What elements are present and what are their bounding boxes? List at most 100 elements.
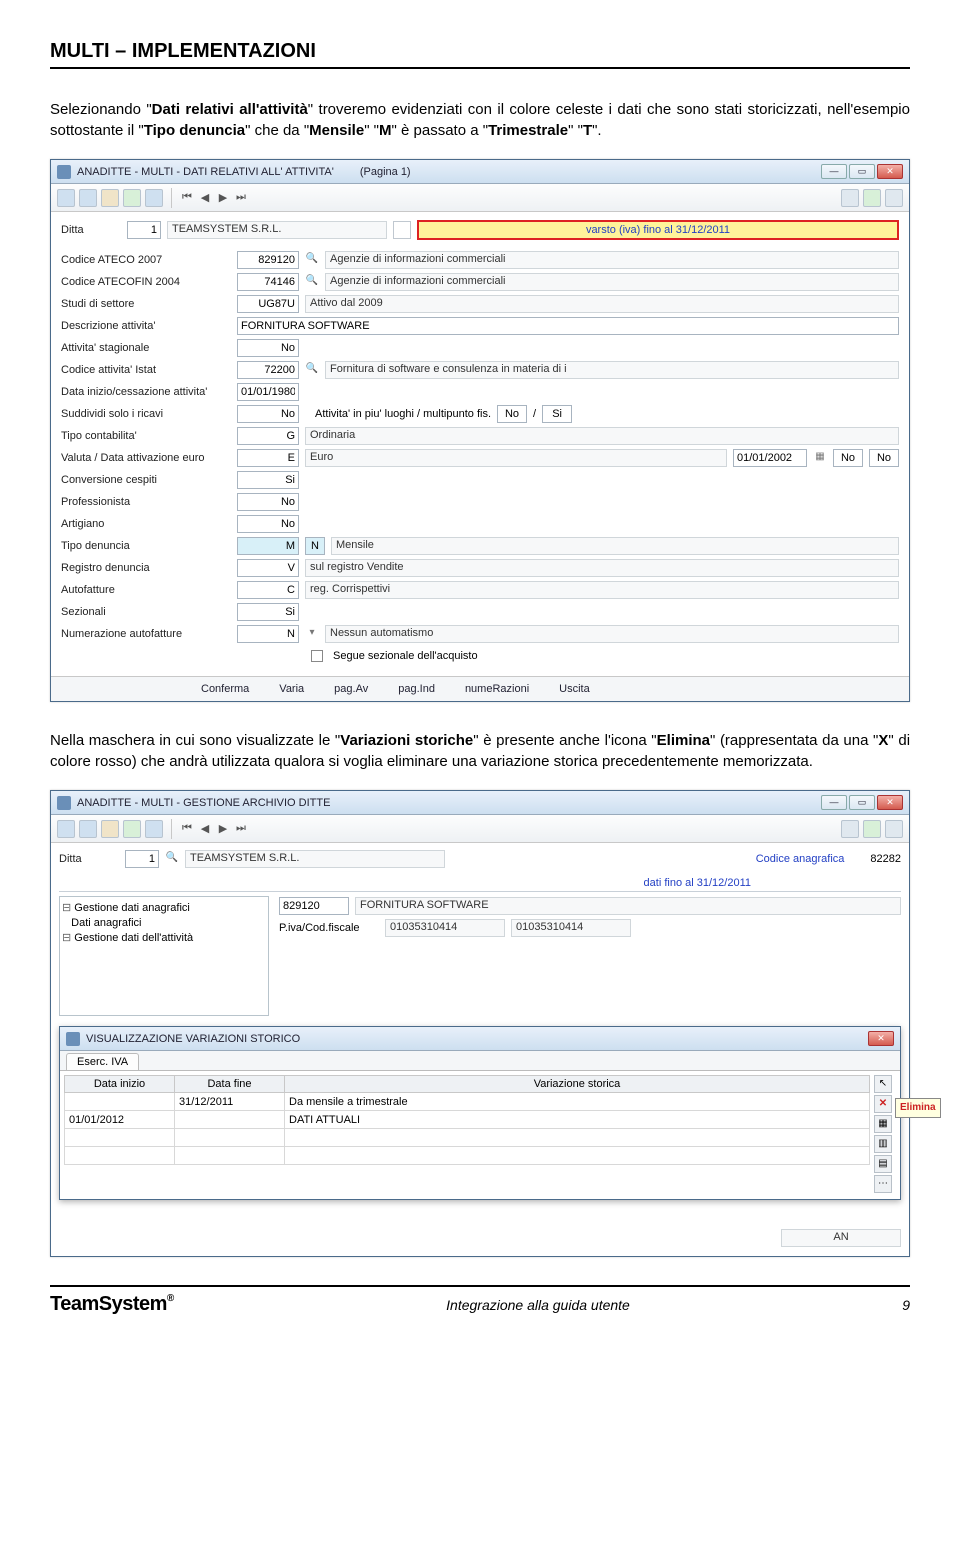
value-input[interactable] [237,515,299,533]
action-pag.ind[interactable]: pag.Ind [398,683,435,695]
lookup-icon[interactable]: 🔍 [165,852,179,866]
codice-input[interactable] [279,897,349,915]
window-title: ANADITTE - MULTI - GESTIONE ARCHIVIO DIT… [77,797,330,809]
table-row[interactable] [65,1129,870,1147]
toolbar-icon[interactable] [863,189,881,207]
text-input[interactable] [237,317,899,335]
value-input[interactable] [237,449,299,467]
value2-input[interactable] [305,537,325,555]
toolbar-icon[interactable] [79,820,97,838]
value-input[interactable] [237,559,299,577]
value-input[interactable] [237,471,299,489]
minimize-button[interactable]: — [821,795,847,810]
value-input[interactable] [237,383,299,401]
toolbar-icon[interactable] [885,189,903,207]
last-icon[interactable]: ⏭ [234,191,248,205]
toolbar-icon[interactable] [863,820,881,838]
prev-icon[interactable]: ◀ [198,822,212,836]
calendar-icon[interactable]: ▦ [813,451,827,465]
lookup-icon[interactable]: 🔍 [305,253,319,267]
lookup-icon[interactable]: 🔍 [305,275,319,289]
flag-input[interactable] [833,449,863,467]
value-input[interactable] [237,603,299,621]
action-conferma[interactable]: Conferma [201,683,249,695]
window-title: ANADITTE - MULTI - DATI RELATIVI ALL' AT… [77,166,334,178]
first-icon[interactable]: ⏮ [180,191,194,205]
toolbar-icon[interactable] [57,189,75,207]
close-button[interactable]: ✕ [868,1031,894,1046]
value-input[interactable] [237,361,299,379]
value-input[interactable] [237,625,299,643]
first-icon[interactable]: ⏮ [180,822,194,836]
side-icon[interactable]: ▤ [874,1155,892,1173]
action-pag.av[interactable]: pag.Av [334,683,368,695]
close-button[interactable]: ✕ [877,164,903,179]
table-row[interactable] [65,1147,870,1165]
value-input[interactable] [237,251,299,269]
page-indicator: (Pagina 1) [360,166,411,178]
value-input[interactable] [237,581,299,599]
toolbar-icon[interactable] [101,820,119,838]
side-icon[interactable]: ⋯ [874,1175,892,1193]
value-input[interactable] [237,493,299,511]
ditta-input[interactable] [125,850,159,868]
date-input[interactable] [733,449,807,467]
description: Fornitura di software e consulenza in ma… [325,361,899,379]
toolbar-icon[interactable] [79,189,97,207]
tree-item[interactable]: Gestione dati anagrafici [62,901,266,916]
flag-input[interactable] [497,405,527,423]
next-icon[interactable]: ▶ [216,191,230,205]
prev-icon[interactable]: ◀ [198,191,212,205]
flag-input[interactable] [869,449,899,467]
codice-anagrafica-label: Codice anagrafica [756,853,845,865]
app-icon [57,165,71,179]
next-icon[interactable]: ▶ [216,822,230,836]
description: Euro [305,449,727,467]
toolbar-icon[interactable] [57,820,75,838]
action-numerazioni[interactable]: numeRazioni [465,683,529,695]
nav-tree[interactable]: Gestione dati anagraficiDati anagraficiG… [59,896,269,1016]
toolbar-icon[interactable] [123,189,141,207]
variazioni-table: Data inizioData fineVariazione storica 3… [64,1075,870,1165]
tree-item[interactable]: Gestione dati dell'attività [62,931,266,946]
value-input[interactable] [237,405,299,423]
minimize-button[interactable]: — [821,164,847,179]
maximize-button[interactable]: ▭ [849,795,875,810]
dropdown-icon[interactable]: ▾ [305,627,319,641]
value-input[interactable] [237,273,299,291]
ditta-input[interactable] [127,221,161,239]
lookup-icon[interactable]: 🔍 [305,363,319,377]
titlebar: ANADITTE - MULTI - GESTIONE ARCHIVIO DIT… [51,791,909,815]
table-row[interactable]: 31/12/2011Da mensile a trimestrale [65,1093,870,1111]
flag-input[interactable] [542,405,572,423]
help-icon[interactable] [145,189,163,207]
titlebar: ANADITTE - MULTI - DATI RELATIVI ALL' AT… [51,160,909,184]
maximize-button[interactable]: ▭ [849,164,875,179]
side-icon[interactable]: ▥ [874,1135,892,1153]
tab-eserc-iva[interactable]: Eserc. IVA [66,1053,139,1070]
value-input[interactable] [237,427,299,445]
tree-item[interactable]: Dati anagrafici [62,916,266,931]
dati-fino-banner: dati fino al 31/12/2011 [59,875,901,892]
checkbox[interactable] [311,650,323,662]
value-input[interactable] [237,537,299,555]
toolbar-icon[interactable] [885,820,903,838]
toolbar-icon[interactable] [123,820,141,838]
cursor-icon[interactable]: ↖ [874,1075,892,1093]
value-input[interactable] [237,339,299,357]
field-label: Professionista [61,496,231,508]
descrizione: FORNITURA SOFTWARE [355,897,901,915]
toolbar-icon[interactable] [841,820,859,838]
table-row[interactable]: 01/01/2012DATI ATTUALI [65,1111,870,1129]
action-varia[interactable]: Varia [279,683,304,695]
side-icon[interactable]: ▦ [874,1115,892,1133]
delete-icon[interactable]: ✕ Elimina [874,1095,892,1113]
close-button[interactable]: ✕ [877,795,903,810]
action-uscita[interactable]: Uscita [559,683,590,695]
toolbar-icon[interactable] [841,189,859,207]
toolbar-icon[interactable] [101,189,119,207]
value-input[interactable] [237,295,299,313]
help-icon[interactable] [145,820,163,838]
piva-value: 01035310414 [385,919,505,937]
last-icon[interactable]: ⏭ [234,822,248,836]
